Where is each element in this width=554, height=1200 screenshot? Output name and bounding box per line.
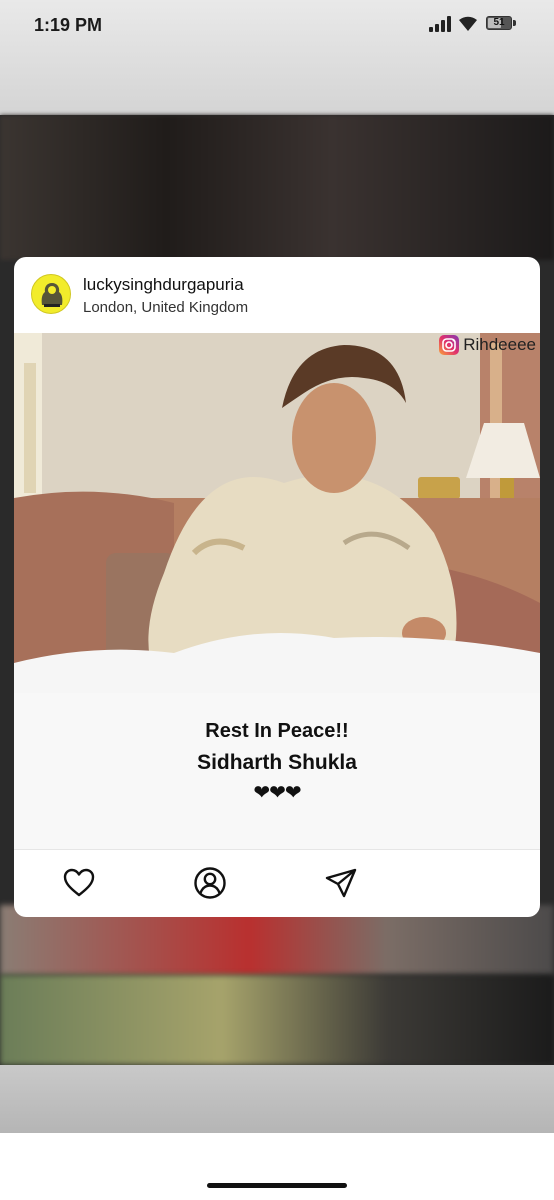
- post-username[interactable]: luckysinghdurgapuria: [83, 275, 244, 295]
- post-actions: [14, 849, 540, 917]
- heart-icon[interactable]: [62, 866, 96, 900]
- post-location[interactable]: London, United Kingdom: [83, 299, 248, 316]
- status-time: 1:19 PM: [34, 15, 103, 35]
- avatar[interactable]: [31, 274, 71, 314]
- wifi-icon: [459, 16, 477, 31]
- battery-icon: 51: [486, 16, 516, 32]
- caption-line-1: Rest In Peace!!: [205, 720, 349, 742]
- caption-hearts: ❤❤❤: [253, 782, 301, 804]
- send-icon[interactable]: [324, 866, 358, 900]
- home-indicator[interactable]: [207, 1183, 347, 1188]
- post-header: luckysinghdurgapuria London, United King…: [14, 257, 540, 333]
- post-card[interactable]: luckysinghdurgapuria London, United King…: [14, 257, 540, 917]
- instagram-icon: [439, 335, 460, 355]
- profile-icon[interactable]: [193, 866, 227, 900]
- post-image: Rihdeeee Rest In Peace!! Sidharth Shukla…: [14, 333, 540, 849]
- status-bar: 1:19 PM 51: [0, 0, 554, 54]
- battery-level: 51: [493, 17, 505, 28]
- signal-icon: [429, 16, 451, 32]
- watermark-text: Rihdeeee: [463, 335, 536, 354]
- caption-line-2: Sidharth Shukla: [197, 751, 357, 774]
- watermark: Rihdeeee: [439, 335, 536, 355]
